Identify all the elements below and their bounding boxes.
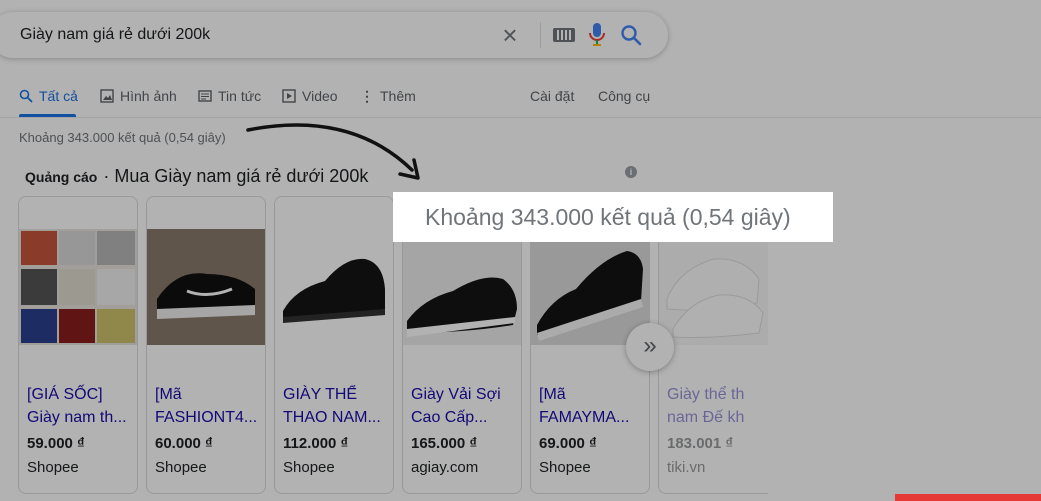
callout-text: Khoảng 343.000 kết quả (0,54 giây) <box>425 204 791 230</box>
video-icon <box>282 89 296 103</box>
product-card[interactable]: GIÀY THỂ THAO NAM... 112.000 ₫ Shopee <box>274 196 394 494</box>
ads-label: Quảng cáo <box>25 169 98 185</box>
product-image <box>275 229 393 345</box>
search-divider <box>540 22 541 48</box>
info-icon[interactable]: i <box>625 166 637 178</box>
product-image <box>531 229 649 345</box>
keyboard-icon[interactable] <box>553 28 575 42</box>
news-icon <box>198 90 212 102</box>
product-title[interactable]: Giày Vải Sợi Cao Cấp... <box>411 383 519 429</box>
result-stats: Khoảng 343.000 kết quả (0,54 giây) <box>19 130 226 145</box>
product-image <box>659 229 768 345</box>
product-card[interactable]: [GIÁ SỐC] Giày nam th... 59.000 ₫ Shopee <box>18 196 138 494</box>
product-store: Shopee <box>539 459 591 476</box>
curved-arrow-icon <box>246 123 420 180</box>
image-icon <box>100 89 114 103</box>
product-image <box>19 229 137 345</box>
product-title[interactable]: [Mã FAMAYMA... <box>539 383 647 429</box>
carousel-next-button[interactable]: » <box>626 323 674 371</box>
search-tabs: Tất cả Hình ảnh Tin tức Video ⋮ Thêm Cài… <box>0 86 1041 118</box>
tab-tools[interactable]: Công cụ <box>598 86 650 106</box>
tab-video[interactable]: Video <box>282 86 338 106</box>
product-store: Shopee <box>283 459 335 476</box>
product-price: 60.000 ₫ <box>155 435 213 452</box>
product-price: 183.001 ₫ <box>667 435 734 452</box>
product-store: Shopee <box>155 459 207 476</box>
tab-settings[interactable]: Cài đặt <box>530 86 574 106</box>
product-card[interactable]: [Mã FASHIONT4... 60.000 ₫ Shopee <box>146 196 266 494</box>
tab-more[interactable]: ⋮ Thêm <box>360 86 416 106</box>
tabs-divider <box>0 117 1041 118</box>
result-stats-callout: Khoảng 343.000 kết quả (0,54 giây) <box>393 192 833 242</box>
product-store: Shopee <box>27 459 79 476</box>
search-icon <box>19 89 33 103</box>
product-store: tiki.vn <box>667 459 706 476</box>
product-image <box>403 229 521 345</box>
search-icon[interactable] <box>620 24 642 51</box>
product-title[interactable]: Giày thể th nam Đế kh <box>667 383 768 429</box>
tab-label: Thêm <box>380 88 416 104</box>
product-price: 165.000 ₫ <box>411 435 478 452</box>
mic-icon[interactable] <box>589 22 605 53</box>
tab-label: Công cụ <box>598 88 651 104</box>
product-price: 59.000 ₫ <box>27 435 85 452</box>
tab-news[interactable]: Tin tức <box>198 86 261 106</box>
tab-images[interactable]: Hình ảnh <box>100 86 177 106</box>
more-vert-icon: ⋮ <box>360 87 374 104</box>
product-title[interactable]: [Mã FASHIONT4... <box>155 383 263 429</box>
search-box[interactable]: Giày nam giá rẻ dưới 200k × <box>0 12 668 58</box>
tab-label: Hình ảnh <box>120 88 177 104</box>
product-price: 69.000 ₫ <box>539 435 597 452</box>
product-price: 112.000 ₫ <box>283 435 349 452</box>
search-input[interactable]: Giày nam giá rẻ dưới 200k <box>20 26 210 44</box>
tab-label: Video <box>302 88 338 104</box>
tab-label: Cài đặt <box>530 88 575 104</box>
tab-label: Tất cả <box>39 88 78 104</box>
product-store: agiay.com <box>411 459 479 476</box>
close-icon[interactable]: × <box>496 21 524 49</box>
tab-all[interactable]: Tất cả <box>19 86 78 106</box>
tab-label: Tin tức <box>218 88 262 104</box>
product-title[interactable]: GIÀY THỂ THAO NAM... <box>283 383 391 429</box>
product-image <box>147 229 265 345</box>
product-title[interactable]: [GIÁ SỐC] Giày nam th... <box>27 383 135 429</box>
red-bar <box>895 494 1041 501</box>
